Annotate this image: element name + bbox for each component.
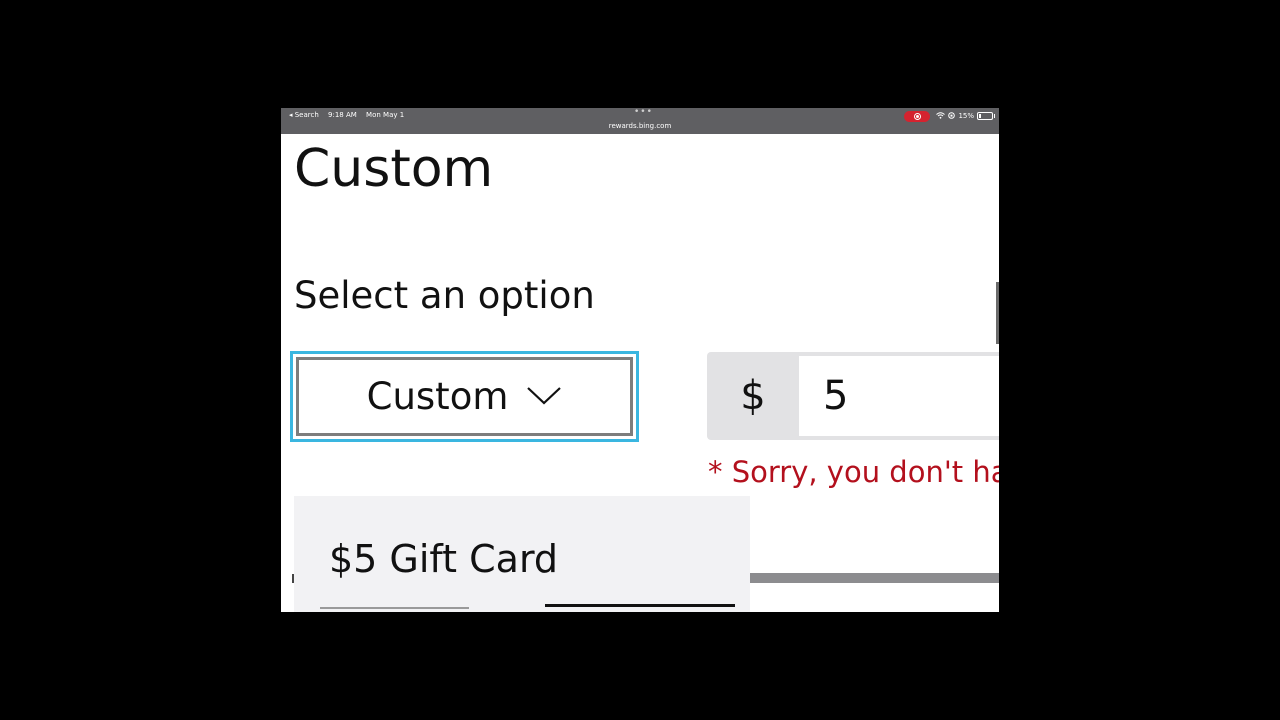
status-bar-left: ◂ Search 9:18 AM Mon May 1 — [289, 111, 411, 119]
wifi-icon — [936, 111, 946, 121]
menu-item-5-gift-card[interactable]: $5 Gift Card — [294, 496, 750, 612]
orientation-lock-icon — [948, 111, 956, 121]
status-date: Mon May 1 — [366, 111, 405, 119]
multitasking-dots-icon[interactable]: ••• — [634, 108, 653, 117]
option-dropdown[interactable]: Custom — [290, 351, 639, 442]
battery-percent: 15% — [958, 112, 974, 120]
url-label[interactable]: rewards.bing.com — [281, 122, 999, 130]
error-message: * Sorry, you don't hav — [708, 455, 999, 489]
page-title: Custom — [294, 139, 494, 199]
device-screen: ◂ Search 9:18 AM Mon May 1 ••• rewards.b… — [281, 108, 999, 612]
amount-input[interactable] — [799, 356, 999, 436]
divider — [750, 573, 999, 583]
home-indicator[interactable] — [545, 604, 735, 607]
menu-item-label: $5 Gift Card — [329, 537, 559, 581]
amount-input-group: $ — [707, 352, 999, 440]
currency-symbol: $ — [740, 373, 766, 419]
menu-item-underline — [320, 607, 469, 609]
screen-recording-icon[interactable] — [904, 110, 931, 122]
status-bar-right: 15% — [904, 110, 995, 122]
back-to-search-link[interactable]: ◂ Search — [289, 111, 319, 119]
select-option-heading: Select an option — [294, 274, 595, 317]
dropdown-menu: $5 Gift Card — [294, 496, 750, 612]
status-time: 9:18 AM — [328, 111, 357, 119]
option-dropdown-inner: Custom — [296, 357, 633, 436]
battery-icon — [977, 112, 995, 120]
scroll-indicator[interactable] — [996, 282, 999, 344]
dropdown-selected-value: Custom — [366, 375, 509, 418]
chevron-down-icon — [526, 384, 562, 410]
status-bar: ◂ Search 9:18 AM Mon May 1 ••• rewards.b… — [281, 108, 999, 134]
